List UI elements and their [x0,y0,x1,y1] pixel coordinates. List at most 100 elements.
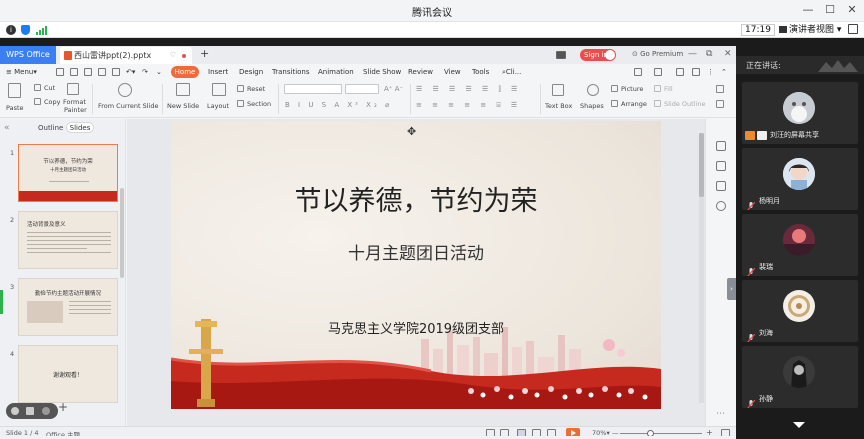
layout-button[interactable]: Layout [207,102,229,110]
tab-design[interactable]: Design [239,68,263,76]
paragraph-buttons[interactable]: ☰ ☰ ☰ ☰ ☰ ⫿ ☰ [416,85,521,94]
document-tab[interactable]: 西山雷讲ppt(2).pptx ♡ [60,47,192,64]
tab-review[interactable]: Review [408,68,433,76]
find-icon[interactable] [716,85,724,93]
slide-title[interactable]: 节以养德，节约为荣 [171,179,661,218]
tab-insert[interactable]: Insert [208,68,228,76]
canvas-scrollbar-thumb[interactable] [699,133,704,197]
participant-tile[interactable]: 裴瑞 [742,214,858,276]
current-slide[interactable]: 节以养德，节约为荣 十月主题团日活动 马克思主义学院2019级团支部 ✥ [171,121,661,409]
cloud-icon[interactable] [634,68,642,76]
participant-tile[interactable]: 刘汪的屏幕共享 [742,82,858,144]
print-icon[interactable] [98,68,106,76]
scroll-down-icon[interactable] [793,422,805,428]
font-name-select[interactable] [284,84,342,94]
save-icon[interactable] [70,68,78,76]
maximize-button[interactable]: ☐ [822,3,838,16]
slide-thumbnail-3[interactable]: 勤俭节约主题活动开展情况 [18,278,118,336]
open-icon[interactable] [56,68,64,76]
wps-close-button[interactable]: ✕ [724,49,732,59]
side-panel-toggle[interactable]: › [727,278,736,300]
from-current-slide-button[interactable]: From Current Slide [98,102,159,110]
collapse-pane-icon[interactable]: « [4,123,10,133]
ribbon-divider [540,84,541,114]
text-format-buttons[interactable]: B I U S A X² X₂ ⌀ [285,101,392,109]
new-slide-button[interactable]: New Slide [167,102,199,110]
fullscreen-icon[interactable] [848,24,858,34]
text-box-button[interactable]: Text Box [545,102,572,110]
cut-button[interactable]: Cut [44,84,55,92]
shapes-button[interactable]: Shapes [580,102,604,110]
picture-button[interactable]: Picture [621,85,643,93]
copy-style-icon[interactable] [716,141,726,151]
font-grow-icon[interactable]: A⁺ A⁻ [384,85,403,93]
outline-tab[interactable]: Outline [38,124,63,132]
slide-organization[interactable]: 马克思主义学院2019级团支部 [171,318,661,337]
share-icon[interactable] [676,68,684,76]
arrange-button[interactable]: Arrange [621,100,647,108]
collapse-ribbon-icon[interactable]: ⌃ [721,68,727,76]
wps-minimize-button[interactable]: — [688,49,697,59]
properties-icon[interactable] [716,181,726,191]
tab-tools[interactable]: Tools [472,68,489,76]
minimize-button[interactable]: — [800,3,816,16]
pane-more-icon[interactable] [42,407,50,415]
signal-icon[interactable] [36,26,48,35]
sign-in-button[interactable]: Sign in [580,49,616,61]
more-tools-icon[interactable]: ⋯ [716,409,726,419]
reset-button[interactable]: Reset [247,85,265,93]
align-buttons[interactable]: ≡ ≡ ≡ ≡ ≡ ⌸ ☰ [416,101,521,110]
copy-button[interactable]: Copy [44,98,61,106]
slide-thumbnail-4[interactable]: 谢谢观看！ [18,345,118,403]
shield-icon[interactable] [21,25,30,35]
info-icon[interactable]: i [6,25,16,35]
tab-list-icon[interactable] [556,51,566,59]
add-slide-button[interactable]: + [58,400,68,414]
new-tab-button[interactable]: + [200,47,209,60]
slide-thumbnail-1[interactable]: 节以养德，节约为荣 十月主题团日活动 [18,144,118,202]
comment-icon[interactable] [692,68,700,76]
format-painter-button[interactable]: Format [63,98,86,106]
tab-view[interactable]: View [444,68,461,76]
participant-tile[interactable]: 刘海 [742,280,858,342]
preview-icon[interactable] [112,68,120,76]
zoom-slider[interactable] [620,433,702,434]
shape-style-icon[interactable] [716,161,726,171]
wps-restore-button[interactable]: ⧉ [706,49,712,59]
export-icon[interactable] [84,68,92,76]
participant-tile[interactable]: 杨明月 [742,148,858,210]
go-premium-button[interactable]: ⊙ Go Premium [632,50,683,58]
slide-subtitle[interactable]: 十月主题团日活动 [171,239,661,264]
tab-slide-show[interactable]: Slide Show [363,68,401,76]
unsaved-dot-icon [182,54,186,58]
more-icon[interactable]: ⋮ [707,68,714,76]
section-button[interactable]: Section [247,100,271,108]
fill-button[interactable]: Fill [664,85,673,93]
close-button[interactable]: ✕ [844,3,860,16]
user-icon[interactable] [654,68,662,76]
redo-icon[interactable]: ↷ [142,68,148,76]
wps-office-tab[interactable]: WPS Office [0,46,56,64]
paste-button[interactable]: Paste [6,104,24,112]
font-size-select[interactable] [345,84,379,94]
tab-home[interactable]: Home [171,66,199,78]
tab-animation[interactable]: Animation [318,68,354,76]
paste-icon[interactable] [8,83,21,98]
menu-button[interactable]: ≡ Menu▾ [6,68,37,76]
participant-tile[interactable]: 孙静 [742,346,858,408]
customize-icon[interactable]: ⌄ [156,68,162,76]
pane-scrollbar[interactable] [120,188,124,278]
slides-tab[interactable]: Slides [66,122,94,133]
undo-icon[interactable]: ↶▾ [126,68,135,76]
replace-icon[interactable] [716,100,724,108]
canvas-scrollbar[interactable] [699,133,704,403]
pane-view-icon[interactable] [11,407,19,415]
slide-thumbnail-2[interactable]: 活动背景及意义 [18,211,118,269]
pane-comment-icon[interactable] [26,407,34,415]
history-icon[interactable] [716,201,726,211]
tab-transitions[interactable]: Transitions [272,68,310,76]
tab-options-icon[interactable]: ♡ [170,47,176,64]
presenter-view-button[interactable]: 演讲者视图 ▾ [779,24,841,36]
slide-outline-button[interactable]: Slide Outline [664,100,705,108]
search-command[interactable]: ⌕Cli... [502,68,521,77]
